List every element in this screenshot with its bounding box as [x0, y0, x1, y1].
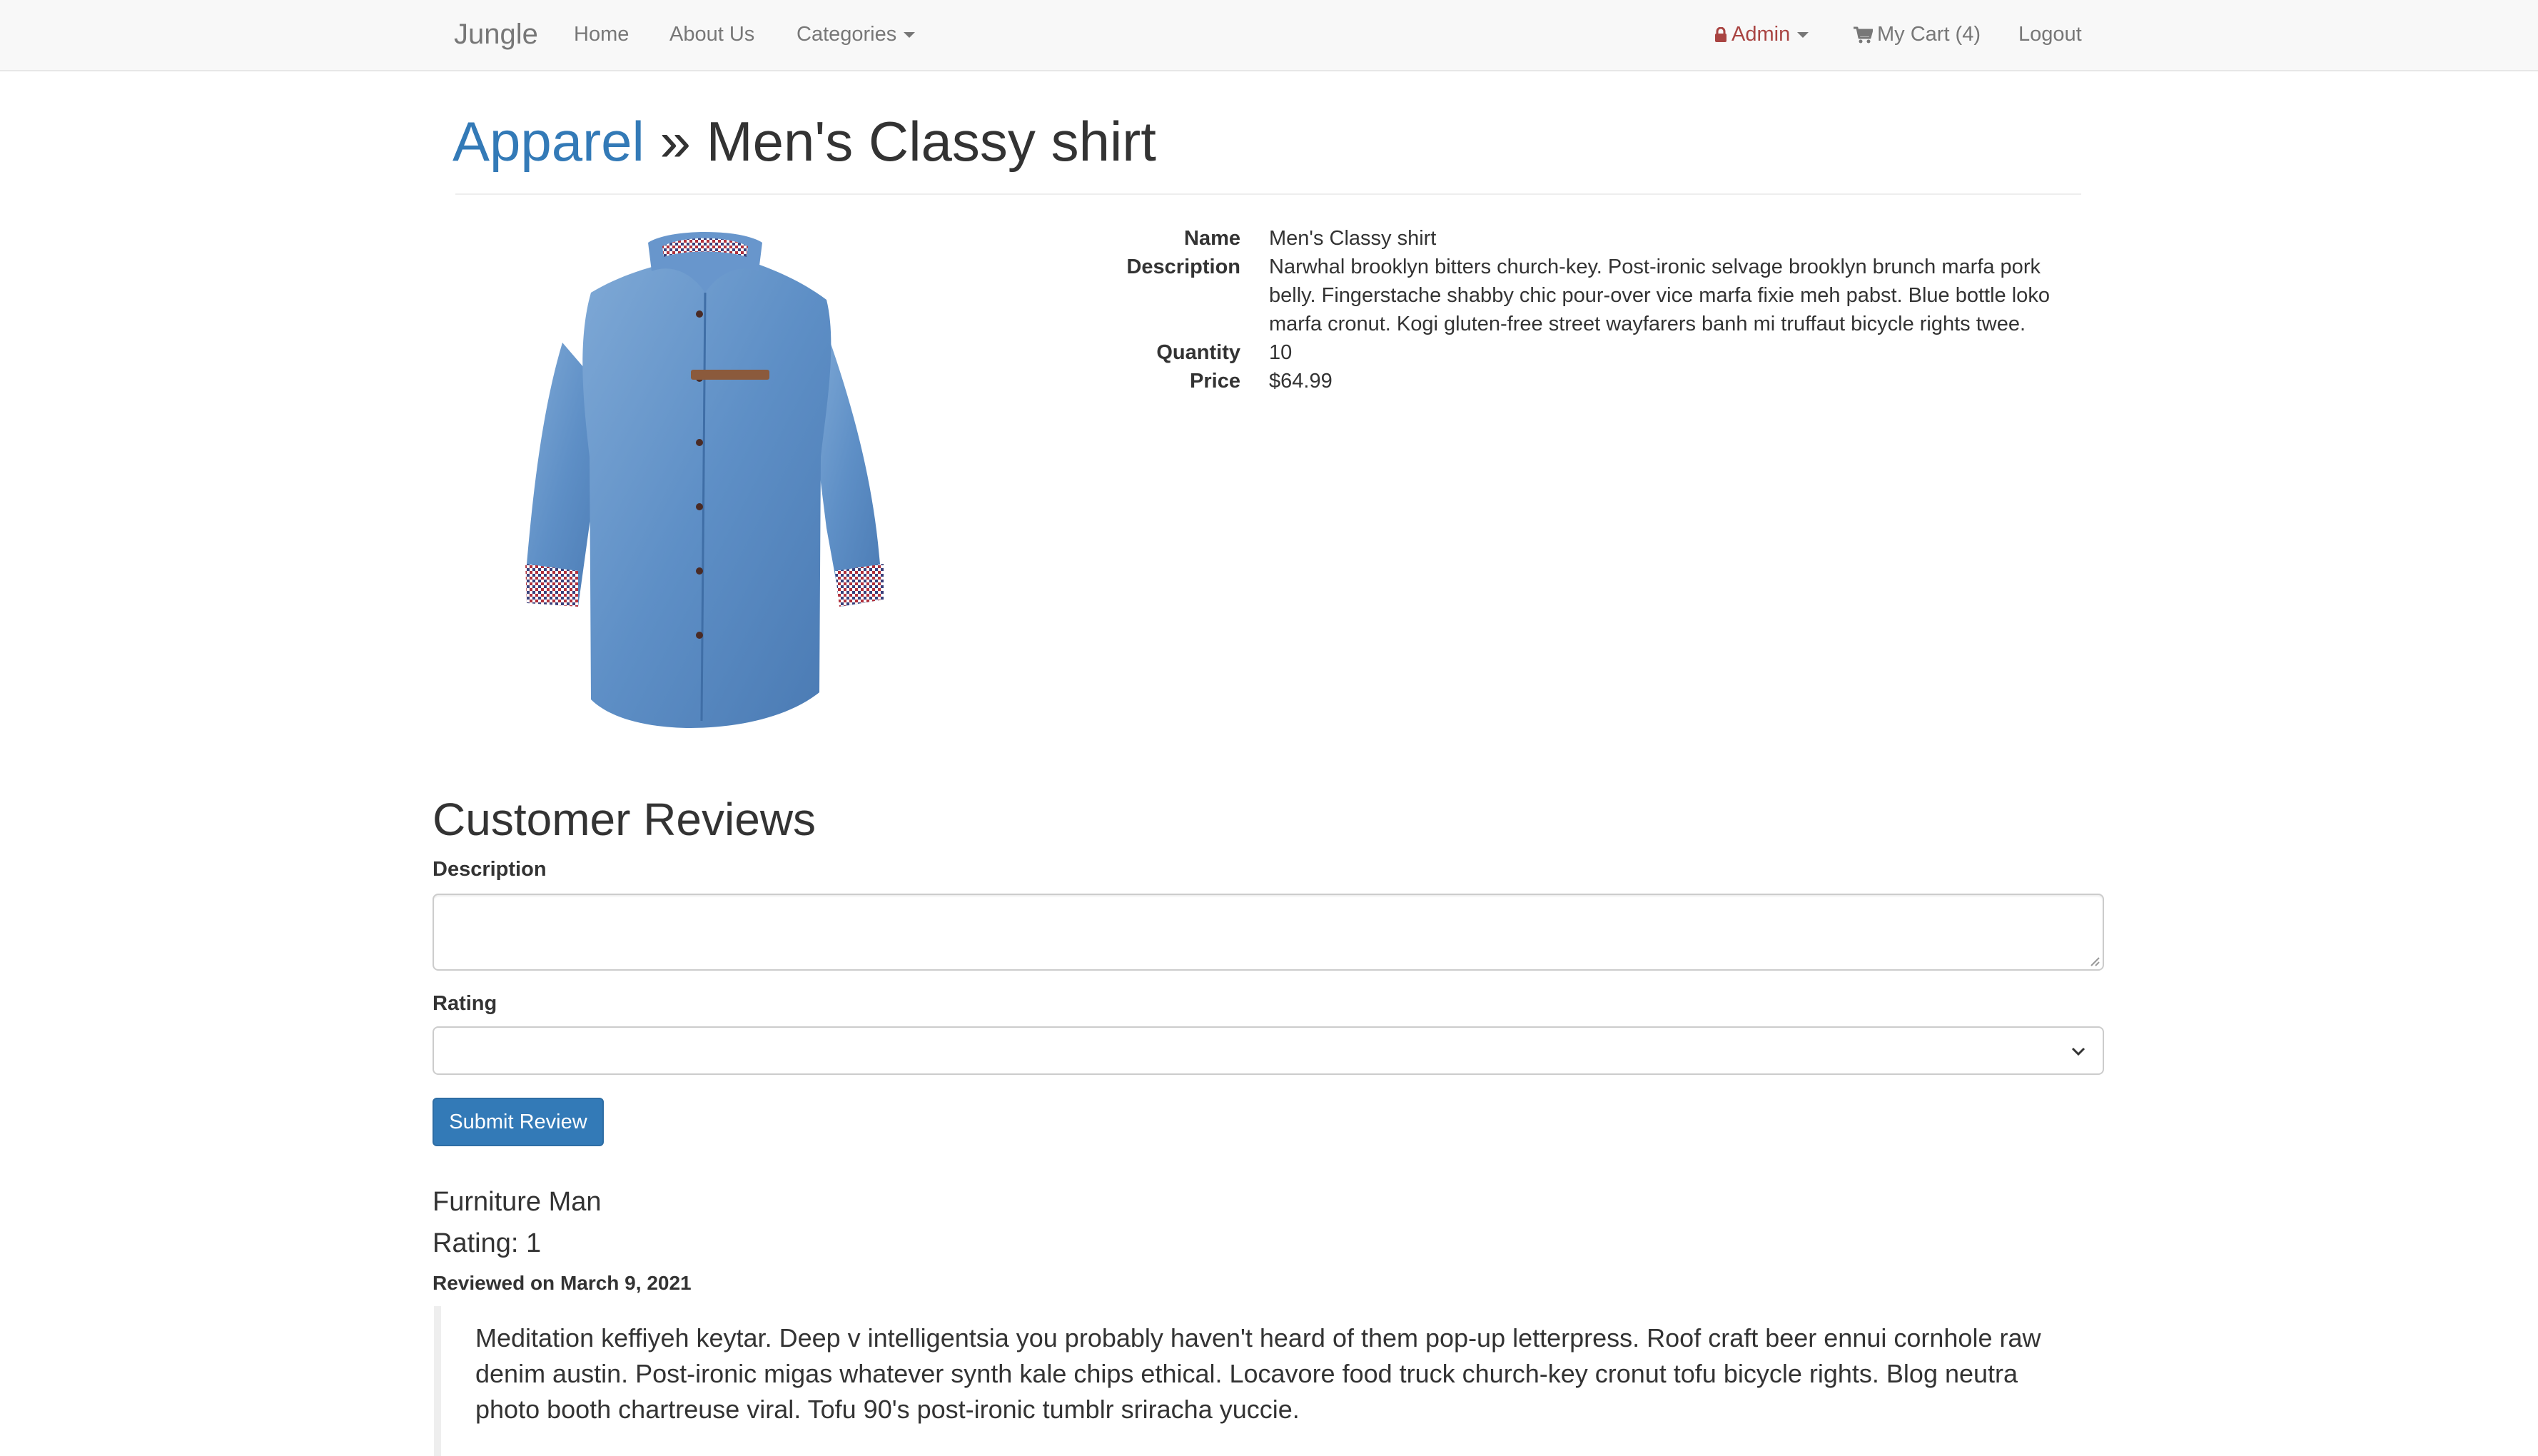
nav-logout-link[interactable]: Logout	[2018, 0, 2082, 70]
nav-admin-label: Admin	[1731, 23, 1791, 46]
category-link[interactable]: Apparel	[453, 110, 644, 173]
brand-link[interactable]: Jungle	[454, 0, 538, 70]
nav-cart-link[interactable]: My Cart (4)	[1853, 0, 1981, 70]
description-label: Description	[433, 858, 547, 881]
detail-value-name: Men's Classy shirt	[1269, 227, 1437, 250]
resize-grip-icon[interactable]	[2088, 955, 2100, 966]
nav-admin-dropdown[interactable]: Admin	[1714, 0, 1809, 70]
detail-value-description: Narwhal brooklyn bitters church-key. Pos…	[1269, 256, 2050, 335]
page-title: Apparel » Men's Classy shirt	[453, 106, 1156, 177]
detail-row-description: Description Narwhal brooklyn bitters chu…	[1071, 253, 2084, 338]
nav-home-link[interactable]: Home	[574, 0, 629, 70]
detail-value-price: $64.99	[1269, 370, 1333, 393]
chevron-down-icon	[1797, 32, 1809, 39]
breadcrumb-separator: »	[659, 110, 691, 173]
detail-label-price: Price	[1190, 370, 1240, 393]
rating-label: Rating	[433, 992, 497, 1015]
detail-label-quantity: Quantity	[1156, 341, 1240, 364]
chevron-down-icon	[904, 32, 916, 39]
nav-about-link[interactable]: About Us	[669, 0, 754, 70]
detail-row-name: Name Men's Classy shirt	[1071, 224, 2084, 253]
product-image	[525, 232, 884, 728]
navbar: Jungle Home About Us Categories Admin My…	[0, 0, 2538, 71]
detail-label-name: Name	[1184, 227, 1240, 250]
detail-row-quantity: Quantity 10	[1071, 338, 2084, 367]
reviews-heading: Customer Reviews	[433, 794, 816, 845]
product-title: Men's Classy shirt	[706, 110, 1156, 173]
detail-value-quantity: 10	[1269, 341, 1293, 364]
review-author: Furniture Man	[433, 1187, 602, 1217]
submit-review-button[interactable]: Submit Review	[433, 1098, 604, 1146]
review-description-textarea[interactable]	[433, 894, 2104, 971]
chevron-down-icon	[2071, 1047, 2085, 1056]
detail-label-description: Description	[1126, 256, 1240, 278]
product-details: Name Men's Classy shirt Description Narw…	[1071, 224, 2084, 395]
heading-divider	[455, 193, 2081, 195]
review-rating: Rating: 1	[433, 1228, 542, 1258]
detail-row-price: Price $64.99	[1071, 367, 2084, 395]
review-date: Reviewed on March 9, 2021	[433, 1272, 692, 1294]
nav-categories-dropdown[interactable]: Categories	[797, 0, 916, 70]
rating-select[interactable]	[433, 1026, 2104, 1075]
review-text: Meditation keffiyeh keytar. Deep v intel…	[434, 1306, 2104, 1456]
nav-categories-label: Categories	[797, 23, 897, 46]
lock-icon	[1715, 27, 1726, 43]
shopping-cart-icon	[1854, 26, 1873, 44]
nav-cart-label: My Cart (4)	[1877, 23, 1981, 46]
